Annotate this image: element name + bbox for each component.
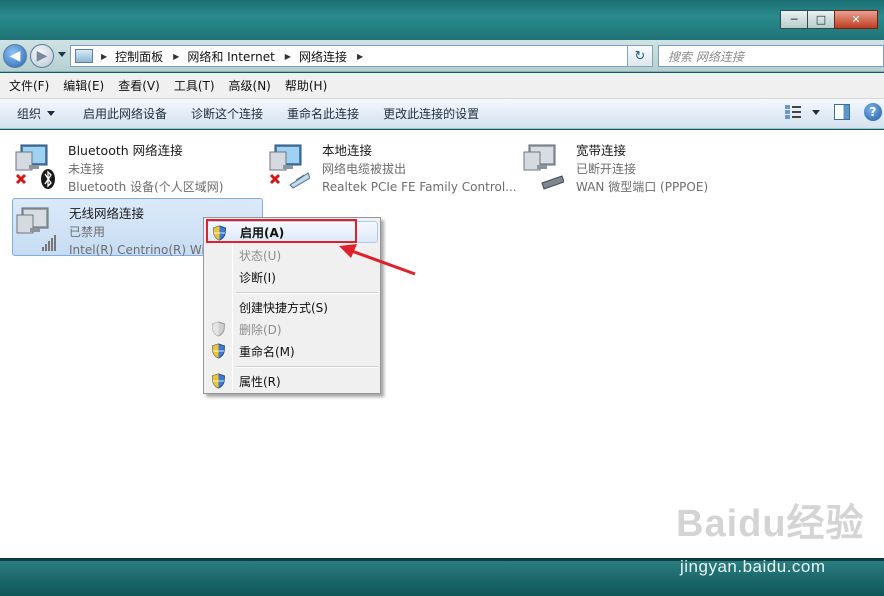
connection-status: 网络电缆被拔出 — [322, 162, 407, 176]
breadcrumb-control-panel[interactable]: 控制面板 — [115, 48, 163, 65]
minimize-button[interactable]: ─ — [780, 10, 808, 29]
recent-pages-dropdown[interactable] — [58, 52, 66, 57]
search-input[interactable]: 搜索 网络连接 — [658, 45, 884, 67]
baidu-watermark-url: jingyan.baidu.com — [680, 557, 826, 576]
command-toolbar: 组织 启用此网络设备 诊断这个连接 重命名此连接 更改此连接的设置 ? — [0, 99, 884, 129]
connection-status: 已断开连接 — [576, 162, 637, 176]
breadcrumb-separator[interactable]: ▶ — [101, 52, 107, 61]
toolbar-right-group: ? — [784, 103, 884, 121]
menu-item-properties[interactable]: 属性(R) — [206, 370, 378, 392]
close-button[interactable]: ✕ — [834, 10, 878, 29]
wireless-network-icon — [16, 207, 56, 251]
connection-device: Bluetooth 设备(个人区域网) — [68, 180, 224, 194]
diagnose-button[interactable]: 诊断这个连接 — [182, 105, 272, 122]
menu-view[interactable]: 查看(V) — [111, 77, 167, 94]
breadcrumb-network-internet[interactable]: 网络和 Internet — [187, 48, 274, 65]
chevron-down-icon — [47, 111, 56, 116]
connection-text: 无线网络连接 已禁用 Intel(R) Centrino(R) Wir — [69, 205, 210, 259]
menu-separator — [236, 292, 378, 294]
connection-name: 无线网络连接 — [69, 206, 145, 221]
window-titlebar: ─ □ ✕ — [0, 0, 884, 40]
menu-item-label: 创建快捷方式(S) — [239, 300, 328, 315]
menu-item-label: 删除(D) — [239, 322, 282, 337]
menu-item-label: 诊断(I) — [239, 270, 276, 285]
connection-text: Bluetooth 网络连接 未连接 Bluetooth 设备(个人区域网) — [68, 142, 223, 196]
preview-pane-icon[interactable] — [834, 104, 850, 120]
menu-advanced[interactable]: 高级(N) — [222, 77, 278, 94]
uac-shield-icon — [211, 343, 226, 359]
connection-device: WAN 微型端口 (PPPOE) — [576, 180, 709, 194]
connection-text: 本地连接 网络电缆被拔出 Realtek PCIe FE Family Cont… — [322, 142, 517, 196]
window-controls: ─ □ ✕ — [780, 10, 878, 29]
menu-item-label: 状态(U) — [239, 248, 282, 263]
menu-separator — [236, 366, 378, 368]
organize-label: 组织 — [17, 107, 42, 121]
forward-button[interactable]: ▶ — [30, 44, 54, 68]
baidu-watermark-logo: Baidu经验 — [676, 503, 865, 545]
connection-name: 本地连接 — [322, 143, 373, 158]
menu-item-label: 重命名(M) — [239, 344, 295, 359]
uac-shield-icon — [211, 373, 226, 389]
menu-item-create-shortcut[interactable]: 创建快捷方式(S) — [206, 296, 378, 318]
menu-item-label: 属性(R) — [239, 374, 281, 389]
refresh-button[interactable]: ↻ — [627, 45, 653, 67]
menu-item-delete: 删除(D) — [206, 318, 378, 340]
annotation-arrow-icon — [339, 244, 416, 276]
bluetooth-network-icon — [15, 144, 55, 189]
menu-file[interactable]: 文件(F) — [2, 77, 56, 94]
help-icon[interactable]: ? — [864, 103, 882, 121]
connection-broadband[interactable]: 宽带连接 已断开连接 WAN 微型端口 (PPPOE) — [520, 136, 760, 194]
breadcrumb-separator[interactable]: ▶ — [285, 52, 291, 61]
connection-device: Realtek PCIe FE Family Control... — [322, 180, 517, 194]
lan-network-icon — [269, 144, 310, 189]
address-bar[interactable]: ▶ 控制面板 ▶ 网络和 Internet ▶ 网络连接 ▶ — [70, 45, 653, 67]
view-dropdown-icon[interactable] — [812, 109, 820, 115]
connection-local[interactable]: 本地连接 网络电缆被拔出 Realtek PCIe FE Family Cont… — [266, 136, 517, 196]
enable-device-button[interactable]: 启用此网络设备 — [74, 105, 176, 122]
connection-device: Intel(R) Centrino(R) Wir — [69, 243, 210, 257]
rename-button[interactable]: 重命名此连接 — [278, 105, 368, 122]
connection-bluetooth[interactable]: Bluetooth 网络连接 未连接 Bluetooth 设备(个人区域网) — [12, 136, 252, 194]
connection-status: 未连接 — [68, 162, 105, 176]
organize-button[interactable]: 组织 — [8, 105, 64, 122]
uac-shield-icon — [211, 321, 226, 337]
menu-tools[interactable]: 工具(T) — [167, 77, 222, 94]
back-button[interactable]: ◀ — [3, 44, 27, 68]
connection-text: 宽带连接 已断开连接 WAN 微型端口 (PPPOE) — [576, 142, 708, 196]
broadband-network-icon — [523, 144, 564, 190]
breadcrumb-network-connections[interactable]: 网络连接 — [299, 48, 347, 65]
view-options-icon[interactable] — [784, 104, 802, 120]
control-panel-icon — [75, 49, 93, 63]
menu-item-rename[interactable]: 重命名(M) — [206, 340, 378, 362]
connection-name: 宽带连接 — [576, 143, 627, 158]
maximize-button[interactable]: □ — [807, 10, 835, 29]
change-settings-button[interactable]: 更改此连接的设置 — [374, 105, 488, 122]
menu-edit[interactable]: 编辑(E) — [56, 77, 111, 94]
menu-bar: 文件(F) 编辑(E) 查看(V) 工具(T) 高级(N) 帮助(H) — [0, 73, 884, 99]
menu-help[interactable]: 帮助(H) — [278, 77, 334, 94]
navigation-bar: ◀ ▶ ▶ 控制面板 ▶ 网络和 Internet ▶ 网络连接 ▶ ↻ 搜索 … — [0, 40, 884, 72]
connection-name: Bluetooth 网络连接 — [68, 143, 183, 158]
breadcrumb-separator[interactable]: ▶ — [357, 52, 363, 61]
breadcrumb-separator[interactable]: ▶ — [173, 52, 179, 61]
connection-status: 已禁用 — [69, 225, 106, 239]
